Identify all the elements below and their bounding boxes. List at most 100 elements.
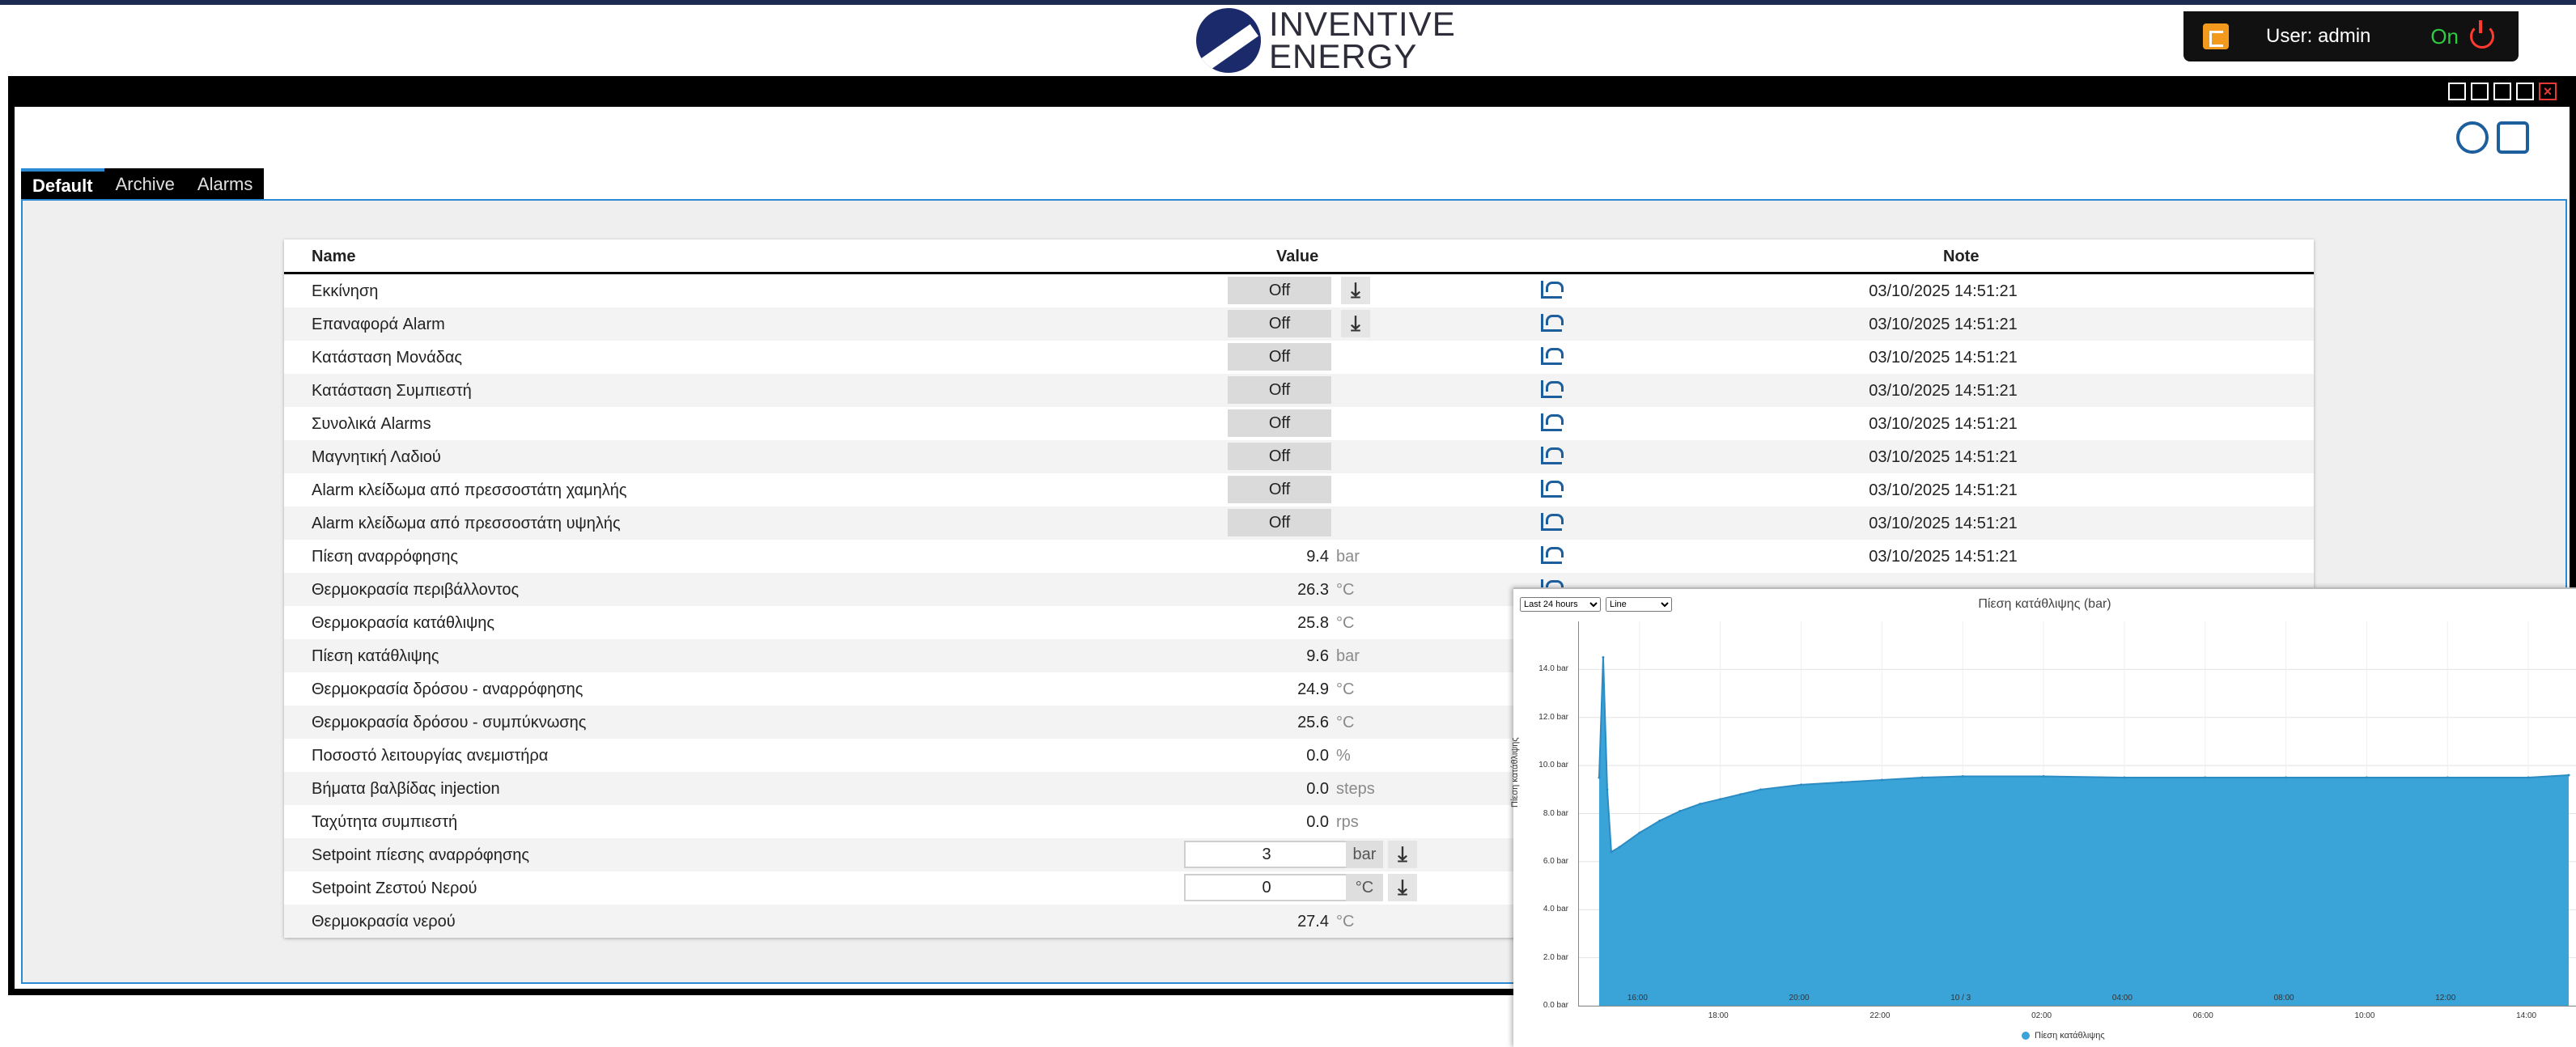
tab-bar: Default Archive Alarms — [21, 168, 265, 201]
series-area — [1598, 657, 2570, 1006]
chart-icon[interactable] — [1541, 413, 1564, 431]
data-point — [2204, 776, 2207, 779]
logout-icon[interactable] — [2203, 23, 2229, 49]
unit-label: rps — [1336, 813, 1359, 831]
setpoint-input[interactable]: 0 — [1184, 874, 1349, 901]
x-tick-label: 04:00 — [2111, 994, 2133, 1002]
row-name: Εκκίνηση — [312, 282, 379, 300]
data-point — [2527, 776, 2530, 779]
x-tick-label: 20:00 — [1789, 994, 1810, 1002]
header-value: Value — [1276, 248, 1319, 265]
numeric-value: 25.8 — [1297, 614, 1329, 632]
data-point — [1638, 831, 1641, 834]
print-icon[interactable] — [2497, 121, 2529, 154]
table-row: Εκκίνηση Off ⤓ 03/10/2025 14:51:21 — [284, 274, 2314, 307]
table-row: Μαγνητική Λαδιού Off 03/10/2025 14:51:21 — [284, 440, 2314, 473]
x-tick-label: 12:00 — [2435, 994, 2456, 1002]
state-value: Off — [1228, 509, 1331, 536]
row-name: Πίεση κατάθλιψης — [312, 647, 439, 665]
x-tick-label: 10:00 — [2354, 1011, 2375, 1020]
minimize-icon[interactable] — [2448, 83, 2466, 100]
chart-icon[interactable] — [1541, 314, 1564, 332]
y-tick-label: 0.0 bar — [1543, 1001, 1568, 1010]
row-name: Setpoint πίεσης αναρρόφησης — [312, 846, 529, 864]
data-point — [1602, 656, 1605, 659]
y-axis-title: Πίεση κατάθλιψης — [1510, 737, 1520, 808]
data-point — [1961, 774, 1964, 778]
note-timestamp: 03/10/2025 14:51:21 — [1869, 515, 2018, 532]
row-name: Alarm κλείδωμα από πρεσσοστάτη χαμηλής — [312, 481, 627, 499]
window-controls: × — [2448, 83, 2557, 100]
row-name: Επαναφορά Alarm — [312, 316, 445, 333]
state-value: Off — [1228, 376, 1331, 404]
numeric-value: 9.4 — [1306, 548, 1329, 566]
row-name: Συνολικά Alarms — [312, 415, 431, 433]
unit-label: °C — [1336, 614, 1355, 632]
y-tick-label: 4.0 bar — [1543, 905, 1568, 914]
dock-right-icon[interactable] — [2493, 83, 2511, 100]
data-point — [2365, 776, 2368, 779]
tab-alarms[interactable]: Alarms — [186, 168, 264, 201]
header-note: Note — [1943, 248, 1980, 265]
user-box: User: admin On — [2183, 11, 2519, 61]
unit-label: °C — [1346, 874, 1383, 901]
chart-icon[interactable] — [1541, 347, 1564, 365]
logo-line-1: INVENTIVE — [1269, 5, 1456, 43]
download-icon[interactable]: ⤓ — [1341, 277, 1370, 304]
chart-popup: Last 24 hours Line Πίεση κατάθλιψης (bar… — [1510, 587, 2576, 1047]
setpoint-input[interactable]: 3 — [1184, 841, 1349, 868]
company-logo: INVENTIVE ENERGY — [1196, 6, 1456, 74]
top-bar: INVENTIVE ENERGY User: admin On — [0, 5, 2576, 76]
chart-icon[interactable] — [1541, 513, 1564, 531]
header-name: Name — [312, 248, 356, 265]
chart-icon[interactable] — [1541, 380, 1564, 398]
download-icon[interactable]: ⤓ — [1341, 310, 1370, 337]
chart-legend[interactable]: Πίεση κατάθλιψης — [2022, 1031, 2105, 1041]
numeric-value: 9.6 — [1306, 647, 1329, 665]
note-timestamp: 03/10/2025 14:51:21 — [1869, 415, 2018, 433]
row-name: Θερμοκρασία δρόσου - συμπύκνωσης — [312, 714, 587, 731]
table-row: Συνολικά Alarms Off 03/10/2025 14:51:21 — [284, 407, 2314, 440]
numeric-value: 27.4 — [1297, 913, 1329, 930]
chart-icon[interactable] — [1541, 281, 1564, 299]
table-row: Alarm κλείδωμα από πρεσσοστάτη υψηλής Off… — [284, 507, 2314, 540]
state-value: Off — [1228, 409, 1331, 437]
state-value: Off — [1228, 277, 1331, 304]
table-row: Πίεση αναρρόφησης 9.4 bar 03/10/2025 14:51:… — [284, 540, 2314, 573]
close-icon[interactable]: × — [2539, 83, 2557, 100]
plot-area — [1578, 621, 2576, 1007]
data-point — [1658, 819, 1661, 822]
x-tick-label: 06:00 — [2192, 1011, 2213, 1020]
row-name: Θερμοκρασία δρόσου - αναρρόφησης — [312, 680, 584, 698]
data-point — [1920, 776, 1924, 779]
unit-label: bar — [1336, 548, 1360, 566]
dock-left-icon[interactable] — [2471, 83, 2489, 100]
row-name: Θερμοκρασία νερού — [312, 913, 456, 930]
y-tick-label: 6.0 bar — [1543, 856, 1568, 866]
x-tick-label: 22:00 — [1869, 1011, 1891, 1020]
power-icon[interactable] — [2470, 20, 2494, 49]
tab-default[interactable]: Default — [21, 168, 104, 201]
state-value: Off — [1228, 476, 1331, 503]
y-tick-label: 2.0 bar — [1543, 952, 1568, 962]
data-point — [2446, 776, 2449, 779]
download-icon[interactable]: ⤓ — [1388, 874, 1417, 901]
x-tick-label: 08:00 — [2273, 994, 2294, 1002]
tab-archive[interactable]: Archive — [104, 168, 186, 201]
refresh-icon[interactable] — [2456, 121, 2489, 154]
maximize-icon[interactable] — [2516, 83, 2534, 100]
chart-icon[interactable] — [1541, 546, 1564, 564]
state-value: Off — [1228, 310, 1331, 337]
row-name: Κατάσταση Συμπιεστή — [312, 382, 472, 400]
numeric-value: 25.6 — [1297, 714, 1329, 731]
x-tick-label: 14:00 — [2516, 1011, 2537, 1020]
numeric-value: 0.0 — [1306, 813, 1329, 831]
note-timestamp: 03/10/2025 14:51:21 — [1869, 548, 2018, 566]
note-timestamp: 03/10/2025 14:51:21 — [1869, 282, 2018, 300]
download-icon[interactable]: ⤓ — [1388, 841, 1417, 868]
data-point — [1719, 798, 1722, 801]
chart-icon[interactable] — [1541, 480, 1564, 498]
unit-label: bar — [1336, 647, 1360, 665]
chart-icon[interactable] — [1541, 447, 1564, 464]
unit-label: °C — [1336, 581, 1355, 599]
